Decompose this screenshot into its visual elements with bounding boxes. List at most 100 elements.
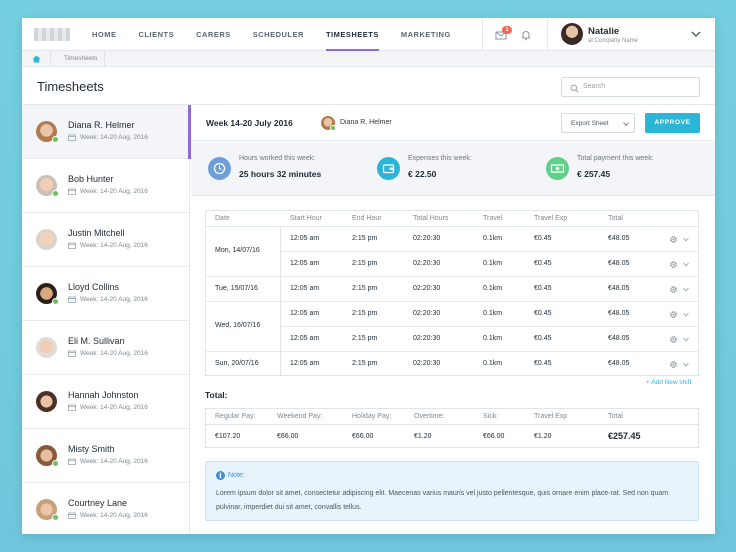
nav-carers[interactable]: CARERS	[196, 18, 231, 51]
end-hour-cell: 2:15 pm	[352, 310, 378, 317]
page-title: Timesheets	[37, 79, 104, 94]
client-week: Week: 14-20 Aug, 2016	[80, 134, 148, 141]
total-cell: €48.05	[608, 285, 630, 292]
clock-icon	[208, 157, 231, 180]
client-week: Week: 14-20 Aug, 2016	[80, 188, 148, 195]
calendar-icon	[68, 512, 76, 519]
calendar-icon	[68, 296, 76, 303]
export-sheet-label: Export Sheet	[571, 120, 609, 127]
note-box: i Note: Lorem ipsum dolor sit amet, cons…	[205, 461, 699, 521]
totals-header: Sick:	[483, 413, 499, 420]
travel-exp-cell: €0.45	[534, 310, 552, 317]
chevron-down-icon[interactable]	[683, 262, 689, 267]
client-item[interactable]: Justin Mitchell Week: 14-20 Aug, 2016	[22, 213, 190, 267]
client-name: Justin Mitchell	[68, 228, 125, 238]
client-item[interactable]: Courtney Lane Week: 14-20 Aug, 2016	[22, 483, 190, 534]
total-hours-cell: 02:20:30	[413, 310, 441, 317]
add-new-shift-link[interactable]: + Add New shift	[646, 379, 691, 386]
client-item[interactable]: Lloyd Collins Week: 14-20 Aug, 2016	[22, 267, 190, 321]
client-item[interactable]: Hannah Johnston Week: 14-20 Aug, 2016	[22, 375, 190, 429]
client-week: Week: 14-20 Aug, 2016	[80, 512, 148, 519]
note-text: Lorem ipsum dolor sit amet, consectetur …	[216, 490, 669, 511]
totals-header: Holiday Pay:	[352, 413, 392, 420]
client-item[interactable]: Bob Hunter Week: 14-20 Aug, 2016	[22, 159, 190, 213]
app-logo[interactable]	[34, 28, 70, 41]
home-icon[interactable]	[32, 55, 41, 63]
timesheet-table: Date Start Hour End Hour Total Hours Tra…	[205, 210, 699, 376]
gear-icon[interactable]	[669, 360, 678, 369]
nav-marketing[interactable]: MARKETING	[401, 18, 451, 51]
travel-cell: 0.1km	[483, 310, 503, 317]
stat-value: 25 hours 32 minutes	[239, 169, 322, 179]
search-input[interactable]: Search	[561, 77, 700, 97]
note-title: Note:	[228, 472, 245, 479]
weekend-pay-value: €66.00	[277, 433, 299, 440]
nav-home[interactable]: HOME	[92, 18, 117, 51]
end-hour-cell: 2:15 pm	[352, 285, 378, 292]
calendar-icon	[68, 458, 76, 465]
breadcrumb-divider	[104, 51, 105, 67]
nav-clients[interactable]: CLIENTS	[139, 18, 175, 51]
week-label: Week 14-20 July 2016	[206, 118, 293, 128]
approve-button[interactable]: APPROVE	[645, 113, 700, 133]
calendar-icon	[68, 134, 76, 141]
online-status-dot	[330, 125, 336, 131]
chevron-down-icon[interactable]	[691, 30, 701, 38]
client-list: Diana R. Helmer Week: 14-20 Aug, 2016 Bo…	[22, 105, 191, 534]
gear-icon[interactable]	[669, 285, 678, 294]
bell-icon[interactable]	[520, 29, 532, 41]
user-avatar[interactable]	[561, 23, 583, 45]
end-hour-cell: 2:15 pm	[352, 260, 378, 267]
chevron-down-icon	[623, 122, 629, 126]
client-item[interactable]: Diana R. Helmer Week: 14-20 Aug, 2016	[22, 105, 191, 159]
chevron-down-icon[interactable]	[683, 362, 689, 367]
column-header: Travel	[483, 215, 503, 222]
client-item[interactable]: Misty Smith Week: 14-20 Aug, 2016	[22, 429, 190, 483]
end-hour-cell: 2:15 pm	[352, 335, 378, 342]
chevron-down-icon[interactable]	[683, 337, 689, 342]
totals-label: Total:	[205, 390, 228, 400]
nav-scheduler[interactable]: SCHEDULER	[253, 18, 304, 51]
travel-exp-cell: €0.45	[534, 335, 552, 342]
start-hour-cell: 12:05 am	[290, 360, 320, 367]
gear-icon[interactable]	[669, 260, 678, 269]
nav-timesheets[interactable]: TIMESHEETS	[325, 18, 379, 51]
column-header: Start Hour	[290, 215, 322, 222]
client-avatar	[36, 337, 57, 358]
client-item[interactable]: Eli M. Sullivan Week: 14-20 Aug, 2016	[22, 321, 190, 375]
user-name[interactable]: Natalie	[588, 26, 619, 37]
client-name: Diana R. Helmer	[68, 120, 135, 130]
gear-icon[interactable]	[669, 310, 678, 319]
top-navigation-bar: HOME CLIENTS CARERS SCHEDULER TIMESHEETS…	[22, 18, 715, 51]
cash-icon	[546, 157, 569, 180]
breadcrumb-current: Timesheets	[64, 55, 98, 62]
start-hour-cell: 12:05 am	[290, 235, 320, 242]
client-name: Misty Smith	[68, 444, 115, 454]
end-hour-cell: 2:15 pm	[352, 360, 378, 367]
travel-exp-cell: €0.45	[534, 235, 552, 242]
info-icon: i	[216, 471, 225, 480]
totals-header: Overtime:	[414, 413, 445, 420]
travel-cell: 0.1km	[483, 335, 503, 342]
online-status-dot	[52, 136, 59, 143]
travel-exp-cell: €0.45	[534, 285, 552, 292]
chevron-down-icon[interactable]	[683, 237, 689, 242]
total-cell: €48.05	[608, 360, 630, 367]
total-cell: €48.05	[608, 335, 630, 342]
total-hours-cell: 02:20:30	[413, 235, 441, 242]
gear-icon[interactable]	[669, 335, 678, 344]
travel-cell: 0.1km	[483, 360, 503, 367]
chevron-down-icon[interactable]	[683, 287, 689, 292]
client-name: Hannah Johnston	[68, 390, 139, 400]
online-status-dot	[52, 190, 59, 197]
search-placeholder: Search	[583, 83, 606, 90]
notification-badge: 1	[502, 26, 512, 34]
travel-exp-cell: €0.45	[534, 260, 552, 267]
gear-icon[interactable]	[669, 235, 678, 244]
breadcrumb: Timesheets	[22, 51, 715, 67]
online-status-dot	[52, 514, 59, 521]
chevron-down-icon[interactable]	[683, 312, 689, 317]
export-sheet-dropdown[interactable]: Export Sheet	[561, 113, 635, 133]
column-header: Total	[608, 215, 623, 222]
start-hour-cell: 12:05 am	[290, 285, 320, 292]
